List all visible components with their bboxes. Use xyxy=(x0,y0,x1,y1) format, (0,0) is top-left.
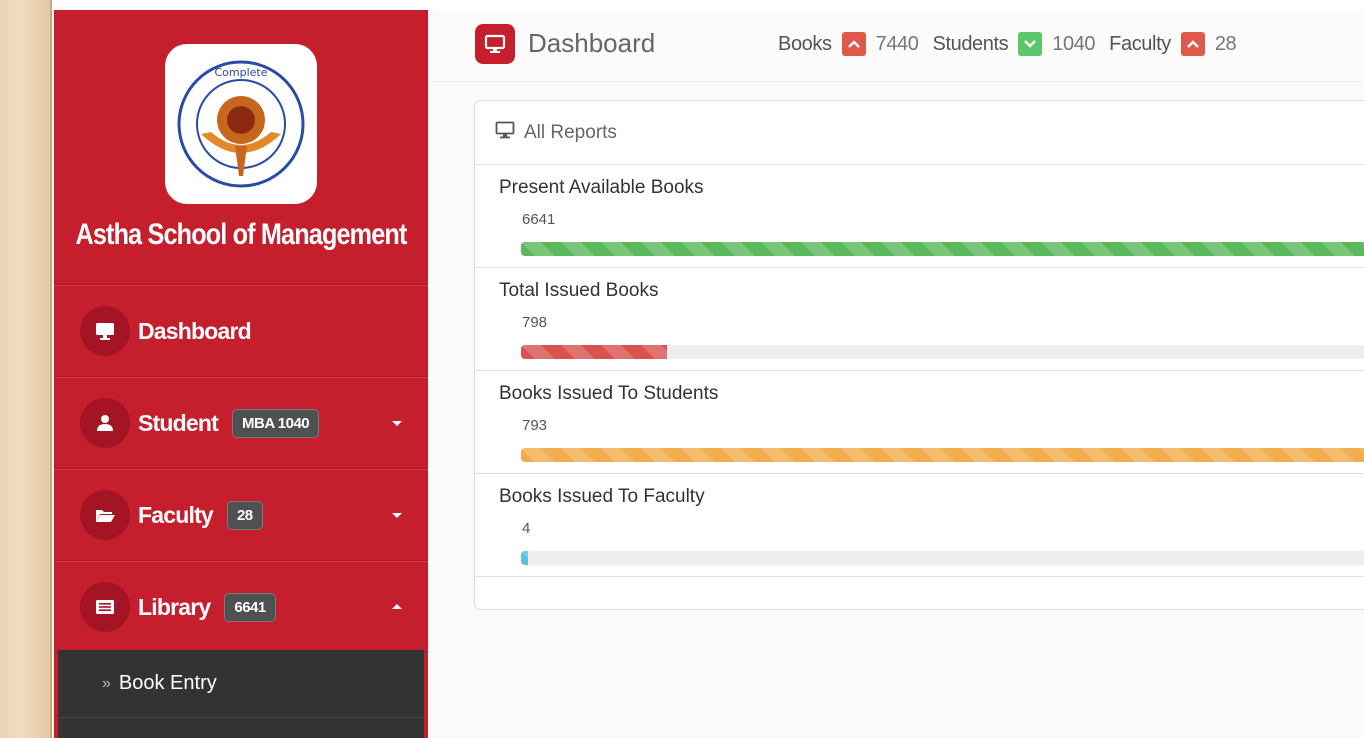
report-row: Present Available Books 6641 xyxy=(475,165,1364,268)
background-strip xyxy=(0,0,52,738)
sidebar: Complete Astha School of Management Dash… xyxy=(54,10,428,738)
sidebar-item-label: Student xyxy=(138,409,219,436)
stat-label-students: Students xyxy=(932,32,1009,55)
caret-down-icon xyxy=(392,421,402,426)
stat-value-books: 7440 xyxy=(875,32,919,55)
progress-bar xyxy=(521,345,1364,359)
top-strip xyxy=(0,0,1364,10)
reports-panel: All Reports Present Available Books 6641… xyxy=(474,100,1364,610)
report-row: Books Issued To Faculty 4 xyxy=(475,474,1364,577)
caret-down-icon xyxy=(392,513,402,518)
report-title: Total Issued Books xyxy=(499,280,659,301)
trend-up-icon xyxy=(841,32,866,56)
progress-fill xyxy=(521,242,1364,256)
submenu-item-book-entry[interactable]: » Book Entry xyxy=(58,650,424,718)
sidebar-item-label: Library xyxy=(138,593,211,620)
monitor-icon xyxy=(495,121,515,145)
library-submenu: » Book Entry xyxy=(58,650,424,738)
report-value: 4 xyxy=(522,520,531,537)
sidebar-item-library[interactable]: Library 6641 xyxy=(54,561,428,653)
list-alt-icon xyxy=(80,582,130,632)
school-name: Astha School of Management xyxy=(75,218,408,251)
progress-fill xyxy=(521,448,1364,462)
panel-title: All Reports xyxy=(524,121,617,143)
stat-value-faculty: 28 xyxy=(1214,32,1237,55)
sidebar-item-faculty[interactable]: Faculty 28 xyxy=(54,469,428,561)
sidebar-item-label: Dashboard xyxy=(138,317,252,344)
progress-bar xyxy=(521,448,1364,462)
report-value: 793 xyxy=(522,417,548,434)
sidebar-item-dashboard[interactable]: Dashboard xyxy=(54,285,428,377)
folder-open-icon xyxy=(80,490,130,540)
stat-label-books: Books xyxy=(778,32,832,55)
svg-text:Complete: Complete xyxy=(214,66,267,79)
page-title: Dashboard xyxy=(528,28,656,58)
progress-bar xyxy=(521,242,1364,256)
report-value: 6641 xyxy=(522,211,556,228)
school-logo: Complete xyxy=(165,44,317,204)
report-title: Books Issued To Students xyxy=(499,383,719,404)
progress-fill xyxy=(521,551,528,565)
sidebar-item-student[interactable]: Student MBA 1040 xyxy=(54,377,428,469)
report-title: Present Available Books xyxy=(499,177,704,198)
user-icon xyxy=(80,398,130,448)
count-badge: MBA 1040 xyxy=(232,408,320,438)
panel-header: All Reports xyxy=(475,101,1364,165)
brand: Complete Astha School of Management xyxy=(54,10,428,285)
monitor-icon xyxy=(80,306,130,356)
progress-bar xyxy=(521,551,1364,565)
report-title: Books Issued To Faculty xyxy=(499,486,705,507)
count-badge: 6641 xyxy=(224,592,276,622)
report-row: Total Issued Books 798 xyxy=(475,268,1364,371)
main-content: Dashboard Books 7440 Students 1040 Facul… xyxy=(428,10,1364,738)
trend-up-icon xyxy=(1180,32,1205,56)
submenu-item-label: Book Entry xyxy=(118,672,217,694)
caret-up-icon xyxy=(392,604,402,609)
progress-fill xyxy=(521,345,668,359)
report-row: Books Issued To Students 793 xyxy=(475,371,1364,474)
summary-stats: Books 7440 Students 1040 Faculty 28 xyxy=(778,32,1250,56)
stat-label-faculty: Faculty xyxy=(1109,32,1171,55)
sidebar-item-label: Faculty xyxy=(138,501,214,528)
stat-value-students: 1040 xyxy=(1052,32,1096,55)
trend-down-icon xyxy=(1018,32,1043,56)
top-bar: Dashboard Books 7440 Students 1040 Facul… xyxy=(428,10,1364,82)
double-chevron-right-icon: » xyxy=(102,674,111,692)
count-badge: 28 xyxy=(226,500,263,530)
monitor-icon xyxy=(475,24,515,64)
report-value: 798 xyxy=(522,314,548,331)
